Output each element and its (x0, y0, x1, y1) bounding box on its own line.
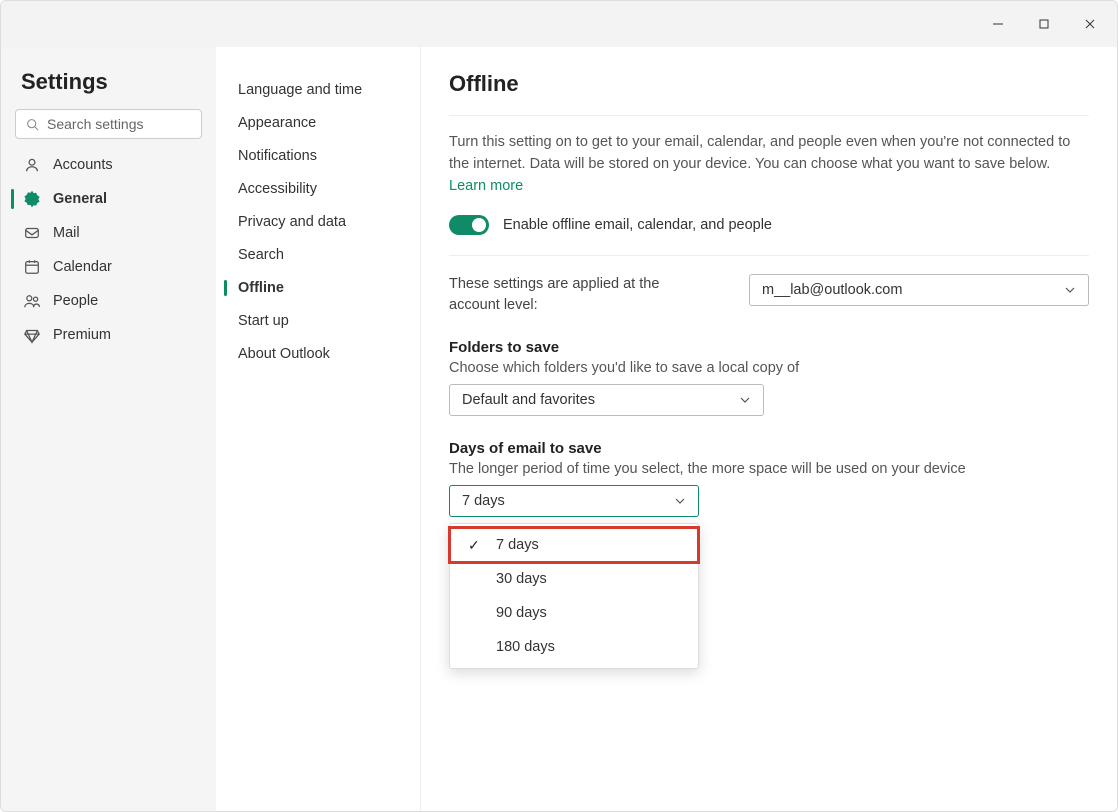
sidebar-item-accounts[interactable]: Accounts (11, 149, 206, 181)
days-option-7[interactable]: 7 days (450, 528, 698, 562)
sidebar-item-mail[interactable]: Mail (11, 217, 206, 249)
days-option-180[interactable]: 180 days (450, 630, 698, 664)
subnav-item-search[interactable]: Search (224, 240, 412, 270)
days-option-30[interactable]: 30 days (450, 562, 698, 596)
primary-sidebar: Settings Search settings Accounts Genera… (1, 47, 216, 811)
secondary-nav: Language and time Appearance Notificatio… (224, 75, 412, 372)
enable-offline-label: Enable offline email, calendar, and peop… (503, 217, 772, 233)
toggle-knob (472, 218, 486, 232)
titlebar (1, 1, 1117, 47)
close-button[interactable] (1067, 1, 1113, 47)
sidebar-item-calendar[interactable]: Calendar (11, 251, 206, 283)
days-to-save-title: Days of email to save (449, 440, 1089, 457)
gear-icon (23, 190, 41, 208)
minimize-button[interactable] (975, 1, 1021, 47)
sidebar-item-label: People (53, 293, 98, 309)
sidebar-item-label: Accounts (53, 157, 113, 173)
sidebar-item-people[interactable]: People (11, 285, 206, 317)
primary-nav: Accounts General Mail Calendar People (11, 149, 206, 351)
people-icon (23, 292, 41, 310)
account-level-label: These settings are applied at the accoun… (449, 274, 709, 315)
sidebar-item-label: General (53, 191, 107, 207)
account-select-value: m__lab@outlook.com (762, 282, 902, 298)
chevron-down-icon (739, 394, 751, 406)
days-select-wrapper: 7 days 7 days 30 days 90 days 180 days (449, 485, 699, 517)
days-to-save-desc: The longer period of time you select, th… (449, 461, 1089, 477)
search-input[interactable]: Search settings (15, 109, 202, 139)
diamond-icon (23, 326, 41, 344)
subnav-item-offline[interactable]: Offline (224, 273, 412, 303)
page-title: Offline (449, 71, 1089, 116)
enable-offline-toggle[interactable] (449, 215, 489, 235)
folders-to-save-title: Folders to save (449, 339, 1089, 356)
subnav-item-about-outlook[interactable]: About Outlook (224, 339, 412, 369)
sidebar-item-general[interactable]: General (11, 183, 206, 215)
enable-offline-row: Enable offline email, calendar, and peop… (449, 215, 1089, 256)
chevron-down-icon (674, 495, 686, 507)
days-select[interactable]: 7 days (449, 485, 699, 517)
body: Settings Search settings Accounts Genera… (1, 47, 1117, 811)
days-option-90[interactable]: 90 days (450, 596, 698, 630)
maximize-button[interactable] (1021, 1, 1067, 47)
folders-select-value: Default and favorites (462, 392, 595, 408)
search-placeholder: Search settings (47, 116, 144, 132)
subnav-item-privacy-and-data[interactable]: Privacy and data (224, 207, 412, 237)
sidebar-item-label: Mail (53, 225, 80, 241)
days-dropdown: 7 days 30 days 90 days 180 days (449, 523, 699, 669)
account-select[interactable]: m__lab@outlook.com (749, 274, 1089, 306)
sidebar-item-label: Premium (53, 327, 111, 343)
sidebar-item-premium[interactable]: Premium (11, 319, 206, 351)
page-description: Turn this setting on to get to your emai… (449, 132, 1089, 197)
search-icon (26, 118, 39, 131)
calendar-icon (23, 258, 41, 276)
settings-title: Settings (11, 65, 206, 109)
settings-window: Settings Search settings Accounts Genera… (0, 0, 1118, 812)
mail-icon (23, 224, 41, 242)
main-content: Offline Turn this setting on to get to y… (421, 47, 1117, 811)
person-icon (23, 156, 41, 174)
subnav-item-accessibility[interactable]: Accessibility (224, 174, 412, 204)
subnav-item-start-up[interactable]: Start up (224, 306, 412, 336)
subnav-item-notifications[interactable]: Notifications (224, 141, 412, 171)
subnav-item-language-and-time[interactable]: Language and time (224, 75, 412, 105)
learn-more-link[interactable]: Learn more (449, 178, 523, 194)
sidebar-item-label: Calendar (53, 259, 112, 275)
secondary-sidebar: Language and time Appearance Notificatio… (216, 47, 421, 811)
chevron-down-icon (1064, 284, 1076, 296)
days-select-value: 7 days (462, 493, 505, 509)
folders-to-save-desc: Choose which folders you'd like to save … (449, 360, 1089, 376)
account-row: These settings are applied at the accoun… (449, 274, 1089, 315)
subnav-item-appearance[interactable]: Appearance (224, 108, 412, 138)
folders-select[interactable]: Default and favorites (449, 384, 764, 416)
